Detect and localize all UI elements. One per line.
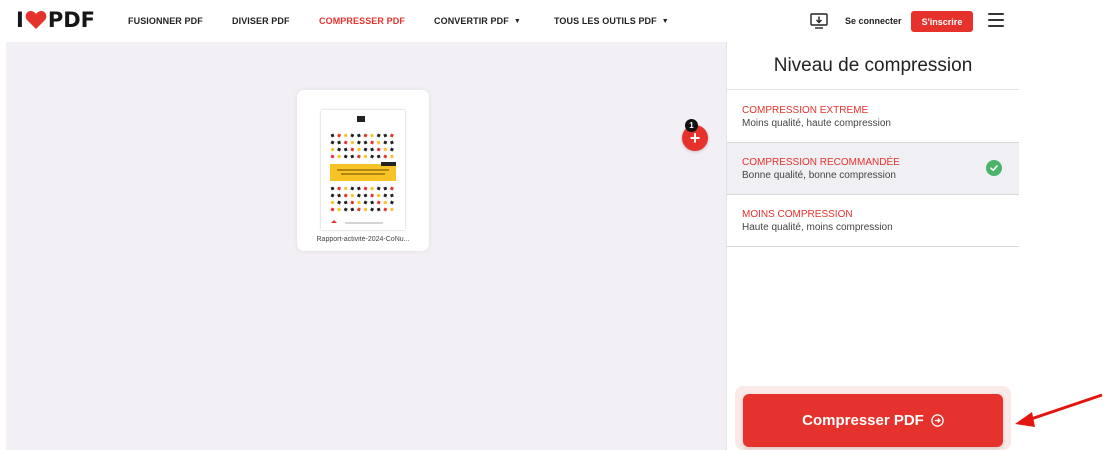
- heart-icon: [25, 10, 47, 30]
- file-name: Rapport-activité-2024-CoNu...: [316, 236, 410, 243]
- option-description: Bonne qualité, bonne compression: [742, 170, 896, 181]
- top-header: I PDF FUSIONNER PDF DIVISER PDF COMPRESS…: [0, 0, 1020, 42]
- signup-button[interactable]: S'inscrire: [911, 11, 973, 32]
- caret-down-icon: ▼: [513, 17, 521, 25]
- nav-compresser-pdf[interactable]: COMPRESSER PDF: [319, 16, 405, 26]
- nav-label: TOUS LES OUTILS PDF: [554, 16, 657, 26]
- option-title: COMPRESSION EXTREME: [742, 105, 869, 116]
- nav-label: FUSIONNER PDF: [128, 16, 203, 26]
- arrow-right-circle-icon: [931, 414, 944, 427]
- compress-pdf-button[interactable]: Compresser PDF: [743, 394, 1003, 447]
- option-description: Moins qualité, haute compression: [742, 118, 891, 129]
- sidebar-title: Niveau de compression: [727, 42, 1019, 90]
- file-card[interactable]: Rapport-activité-2024-CoNu...: [297, 90, 429, 251]
- nav-tous-les-outils[interactable]: TOUS LES OUTILS PDF ▼: [554, 16, 669, 26]
- option-description: Haute qualité, moins compression: [742, 222, 893, 233]
- download-desktop-icon[interactable]: [810, 13, 828, 29]
- nav-convertir-pdf[interactable]: CONVERTIR PDF ▼: [434, 16, 521, 26]
- pdf-thumbnail: [321, 110, 405, 230]
- option-moins-compression[interactable]: MOINS COMPRESSION Haute qualité, moins c…: [727, 195, 1019, 247]
- file-count-badge: 1: [685, 119, 698, 132]
- option-title: COMPRESSION RECOMMANDÉE: [742, 157, 900, 168]
- nav-label: CONVERTIR PDF: [434, 16, 509, 26]
- logo-text-pdf: PDF: [47, 8, 95, 32]
- nav-diviser-pdf[interactable]: DIVISER PDF: [232, 16, 290, 26]
- file-workspace: Rapport-activité-2024-CoNu... + 1: [6, 42, 726, 450]
- nav-fusionner-pdf[interactable]: FUSIONNER PDF: [128, 16, 203, 26]
- annotation-arrow-icon: [1015, 393, 1103, 427]
- check-circle-icon: [986, 160, 1002, 176]
- option-compression-recommandee[interactable]: COMPRESSION RECOMMANDÉE Bonne qualité, b…: [727, 143, 1019, 195]
- logo-letter-i: I: [16, 8, 24, 32]
- ilovepdf-logo[interactable]: I PDF: [16, 6, 95, 34]
- compress-button-label: Compresser PDF: [802, 412, 924, 429]
- ilovepdf-compress-page: I PDF FUSIONNER PDF DIVISER PDF COMPRESS…: [0, 0, 1104, 450]
- option-title: MOINS COMPRESSION: [742, 209, 853, 220]
- nav-label: DIVISER PDF: [232, 16, 290, 26]
- nav-label: COMPRESSER PDF: [319, 16, 405, 26]
- caret-down-icon: ▼: [661, 17, 669, 25]
- hamburger-menu-icon[interactable]: [988, 13, 1004, 27]
- option-compression-extreme[interactable]: COMPRESSION EXTREME Moins qualité, haute…: [727, 91, 1019, 143]
- login-link[interactable]: Se connecter: [845, 16, 902, 26]
- compress-button-wrapper: Compresser PDF: [735, 386, 1011, 450]
- compression-sidebar: Niveau de compression COMPRESSION EXTREM…: [726, 42, 1019, 450]
